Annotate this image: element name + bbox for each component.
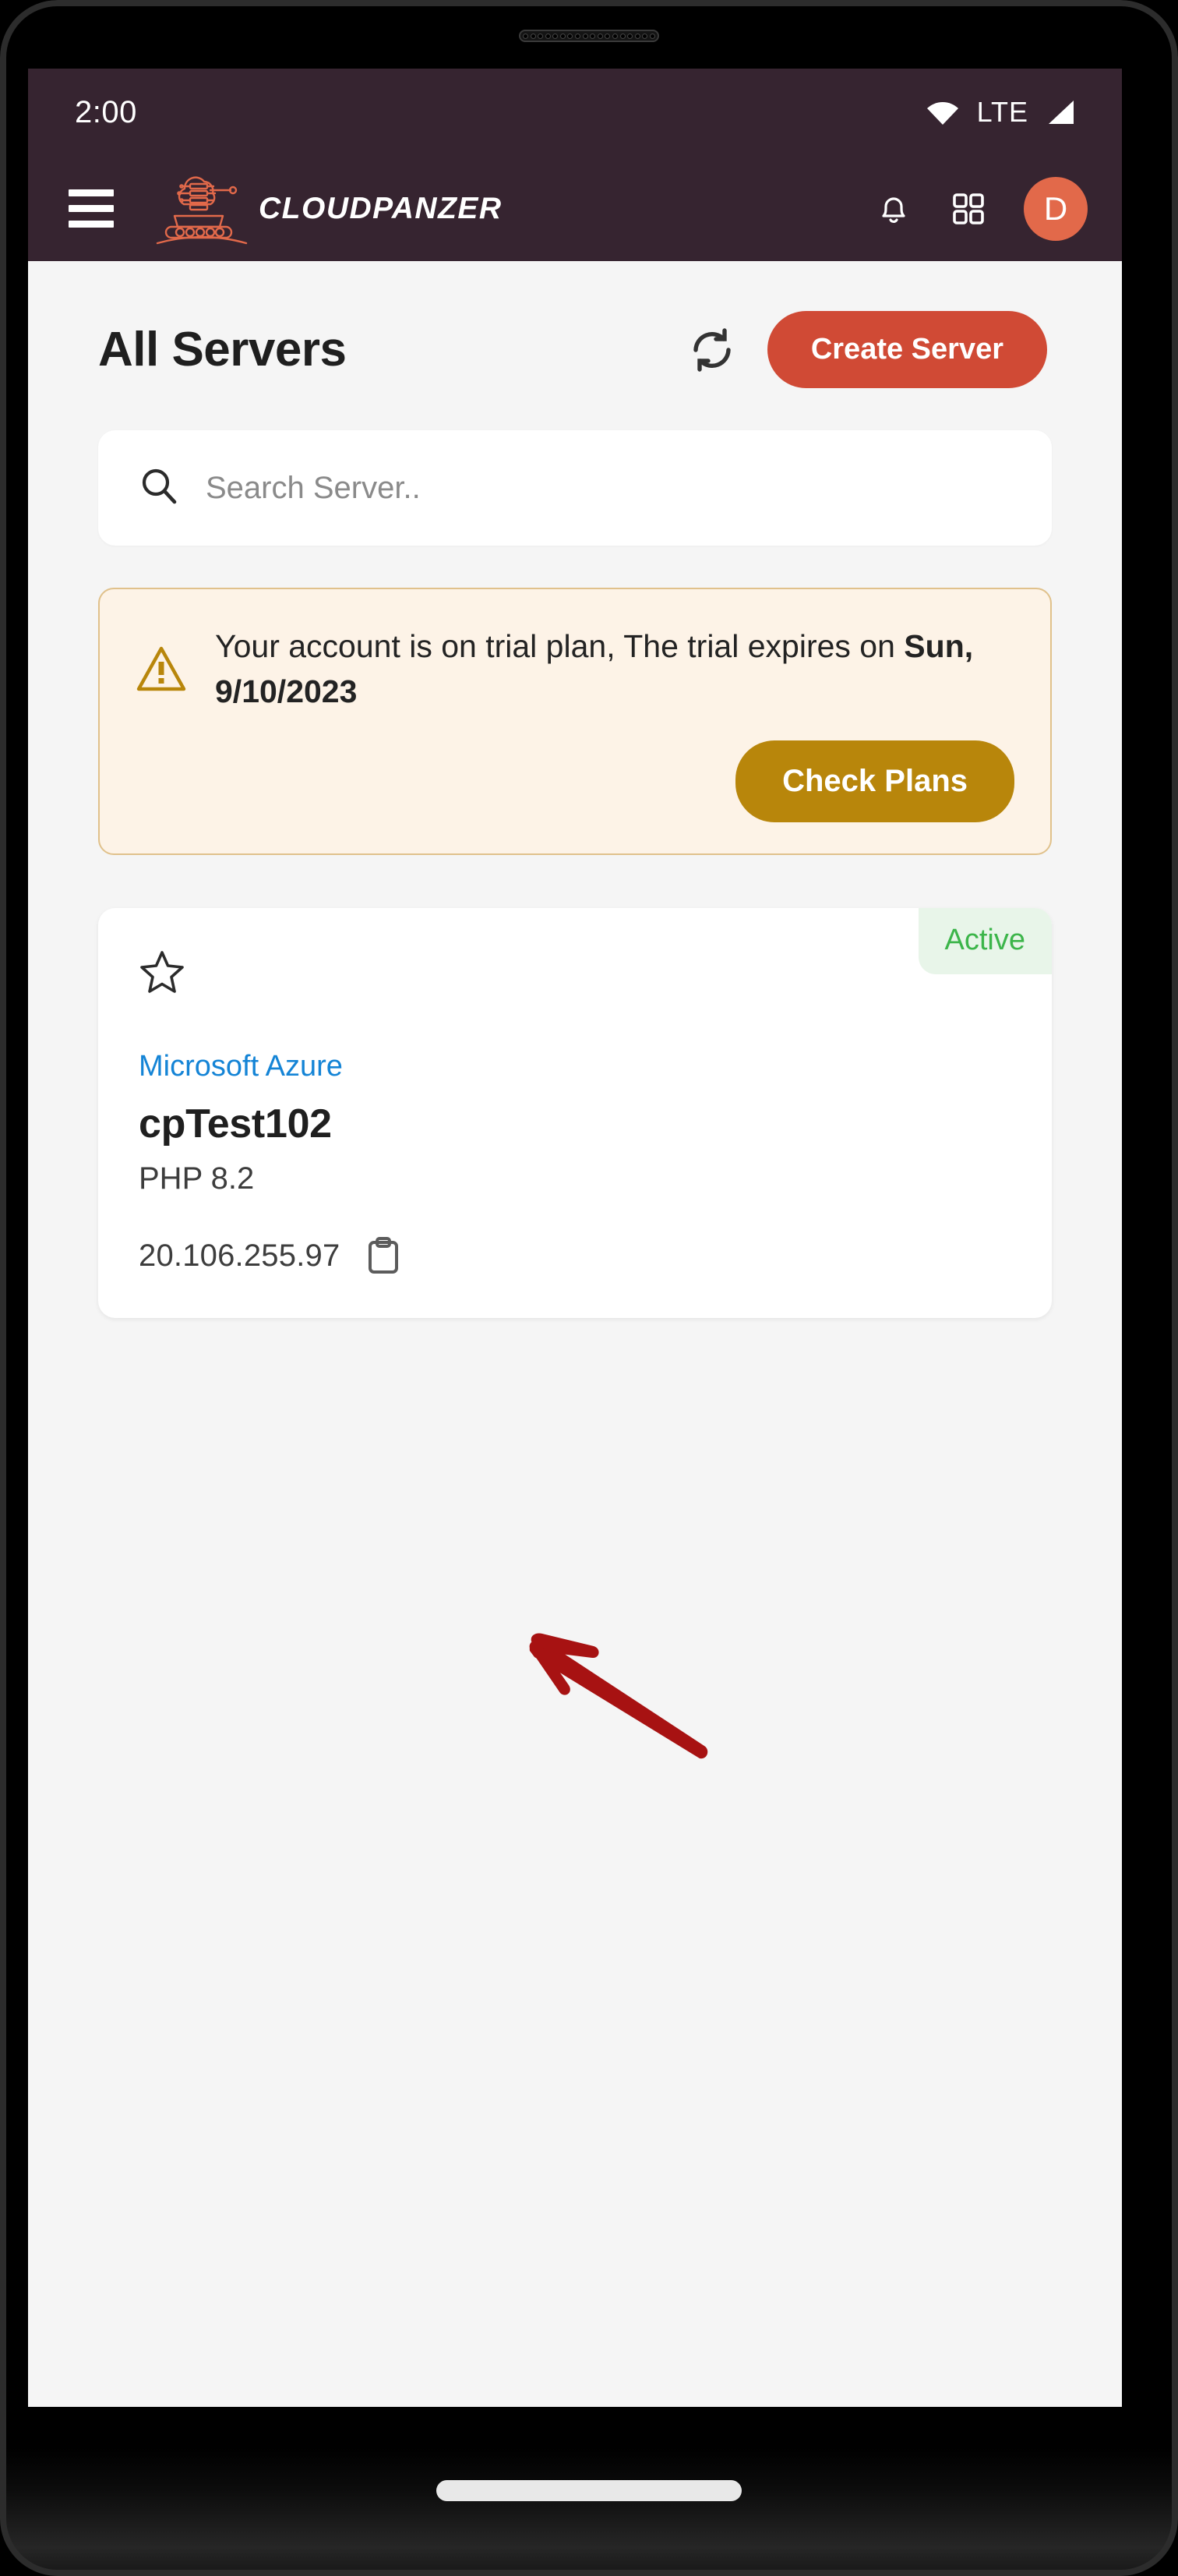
status-bar-clock: 2:00 (75, 94, 137, 129)
earpiece-dot (575, 33, 581, 39)
server-name: cpTest102 (139, 1101, 332, 1147)
trial-banner: Your account is on trial plan, The trial… (98, 588, 1052, 856)
hamburger-bar (69, 221, 114, 228)
page-header: All Servers Create Server (28, 261, 1122, 388)
server-ip-row: 20.106.255.97 (139, 1237, 1011, 1274)
earpiece-dot (582, 33, 588, 39)
earpiece-dot (634, 33, 640, 39)
earpiece-dot (567, 33, 573, 39)
earpiece-dot (612, 33, 618, 39)
trial-message-prefix: Your account is on trial plan, The trial… (215, 628, 905, 664)
server-card[interactable]: Active Microsoft Azure cpTest102 PHP 8.2… (98, 908, 1052, 1319)
trial-message: Your account is on trial plan, The trial… (215, 624, 1014, 714)
earpiece-dot (530, 33, 536, 39)
network-type-label: LTE (976, 96, 1028, 128)
home-indicator[interactable] (436, 2480, 742, 2501)
earpiece-speaker (519, 30, 659, 42)
earpiece-dot (552, 33, 559, 39)
cloud-tank-logo-icon (156, 173, 248, 245)
grid-apps-icon[interactable] (949, 189, 988, 228)
brand-logo[interactable]: CLOUDPANZER (156, 173, 503, 245)
earpiece-dot (538, 33, 544, 39)
earpiece-dot (642, 33, 648, 39)
phone-bottom-bezel (0, 2447, 1178, 2576)
brand-name: CLOUDPANZER (259, 191, 503, 225)
server-provider[interactable]: Microsoft Azure (139, 1050, 1011, 1083)
page-header-actions: Create Server (688, 311, 1047, 388)
star-outline-icon[interactable] (139, 949, 185, 995)
server-php-version: PHP 8.2 (139, 1161, 255, 1196)
trial-banner-actions: Check Plans (136, 740, 1014, 823)
server-list: Active Microsoft Azure cpTest102 PHP 8.2… (98, 908, 1052, 1319)
earpiece-dot (619, 33, 626, 39)
hamburger-bar (69, 189, 114, 196)
earpiece-dot (597, 33, 603, 39)
phone-frame: 2:00 LTE CLOUDPANZER D All Servers Creat… (0, 0, 1178, 2576)
create-server-button[interactable]: Create Server (767, 311, 1047, 388)
earpiece-dot (559, 33, 566, 39)
page-title: All Servers (98, 323, 347, 376)
hamburger-bar (69, 205, 114, 212)
clipboard-copy-icon[interactable] (366, 1237, 400, 1274)
wifi-icon (926, 98, 960, 126)
search-icon (139, 466, 179, 511)
check-plans-button[interactable]: Check Plans (735, 740, 1014, 823)
server-ip-address: 20.106.255.97 (139, 1238, 340, 1273)
search-input[interactable] (206, 470, 1011, 506)
trial-banner-row: Your account is on trial plan, The trial… (136, 624, 1014, 714)
earpiece-dot (627, 33, 633, 39)
earpiece-dot (590, 33, 596, 39)
avatar-initial: D (1043, 189, 1068, 227)
status-bar: 2:00 LTE (28, 69, 1122, 156)
avatar[interactable]: D (1024, 176, 1088, 241)
warning-triangle-icon (136, 645, 187, 693)
bell-icon[interactable] (874, 189, 913, 228)
header-actions: D (874, 176, 1088, 241)
app-header: CLOUDPANZER D (28, 156, 1122, 261)
phone-screen: 2:00 LTE CLOUDPANZER D All Servers Creat… (28, 69, 1122, 2407)
search-bar[interactable] (98, 430, 1052, 546)
hamburger-menu-icon[interactable] (69, 189, 114, 228)
earpiece-dot (649, 33, 655, 39)
earpiece-dot (523, 33, 528, 39)
earpiece-dot (605, 33, 611, 39)
status-bar-indicators: LTE (926, 96, 1075, 129)
earpiece-dot (545, 33, 551, 39)
status-badge: Active (918, 908, 1052, 975)
cellular-signal-icon (1046, 99, 1075, 125)
refresh-icon[interactable] (688, 326, 736, 374)
main-content: All Servers Create Server Search Server.… (28, 261, 1122, 2407)
